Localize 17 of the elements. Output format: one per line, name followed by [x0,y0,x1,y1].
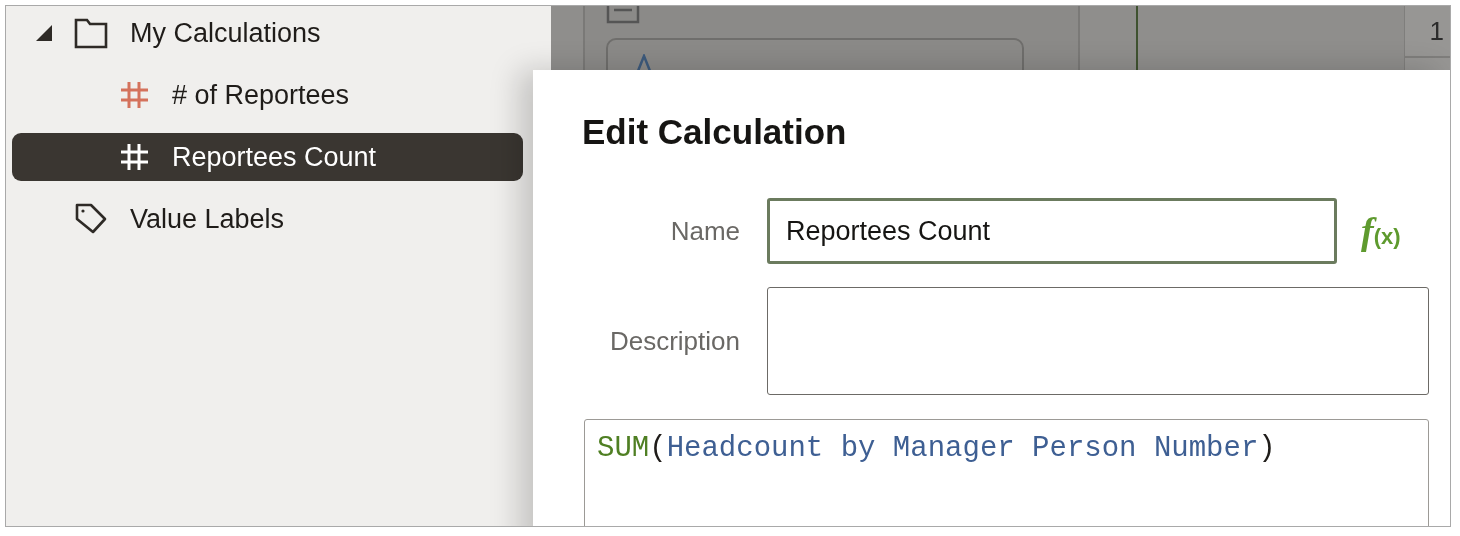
dialog-title: Edit Calculation [582,112,848,152]
name-field[interactable]: Reportees Count [767,198,1337,264]
folder-icon [74,17,108,49]
tree-item[interactable]: # of Reportees [12,71,523,119]
collapse-triangle-icon [34,23,54,43]
hash-icon [118,79,150,111]
tree-item[interactable]: My Calculations [12,9,523,57]
field-label: Description [608,325,740,357]
tag-icon [74,202,108,236]
description-field[interactable] [767,287,1429,395]
field-label: Name [669,215,740,247]
formula-text: SUM(Headcount by Manager Person Number) [597,432,1277,465]
hash-icon [118,141,150,173]
table-cell: 1 [1405,6,1450,58]
formula-editor[interactable]: SUM(Headcount by Manager Person Number) [584,419,1429,526]
tree-item[interactable]: Value Labels [12,195,523,243]
tree-item[interactable]: Reportees Count [12,133,523,181]
